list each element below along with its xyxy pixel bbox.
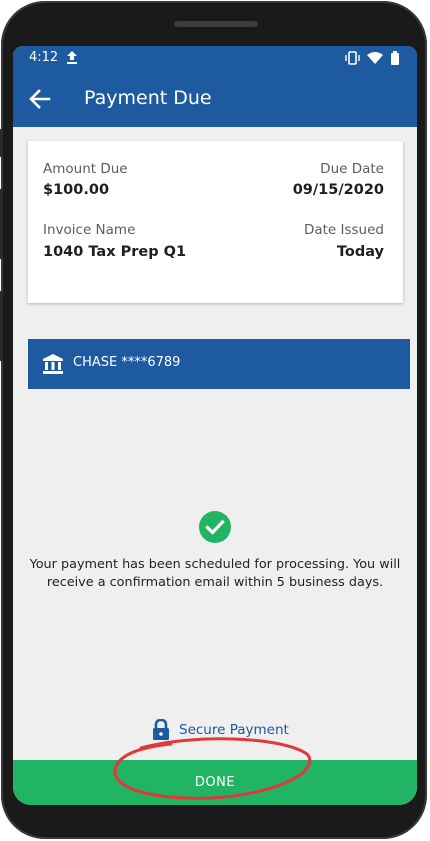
date-issued-label: Date Issued (303, 222, 384, 238)
vibrate-icon (345, 51, 360, 65)
phone-side-button-volume (0, 189, 3, 259)
annotation-circle (113, 737, 312, 800)
phone-side-button-power (0, 291, 3, 361)
date-issued-value: Today (336, 244, 384, 260)
battery-icon (391, 51, 399, 65)
wifi-icon (367, 52, 383, 64)
arrow-back-icon[interactable] (27, 86, 53, 112)
page-title: Payment Due (84, 87, 212, 109)
bank-account-label: CHASE ****6789 (73, 355, 181, 370)
status-icons (345, 51, 399, 65)
invoice-card: Amount Due $100.00 Due Date 09/15/2020 I… (28, 141, 403, 303)
app-bar: Payment Due (13, 71, 417, 127)
bank-account-row[interactable]: CHASE ****6789 (28, 339, 410, 389)
upload-icon (67, 51, 77, 64)
bank-icon (43, 354, 63, 374)
phone-side-button-top (0, 129, 3, 157)
invoice-name-label: Invoice Name (43, 222, 136, 238)
screen: 4:12 Payment Due Amount Due $100.00 Due … (13, 46, 417, 805)
confirmation-message: Your payment has been scheduled for proc… (29, 557, 401, 590)
phone-frame: 4:12 Payment Due Amount Due $100.00 Due … (0, 1, 427, 839)
amount-due-value: $100.00 (43, 182, 110, 198)
amount-due-label: Amount Due (43, 161, 128, 177)
invoice-name-value: 1040 Tax Prep Q1 (43, 244, 187, 260)
phone-speaker (174, 21, 258, 27)
status-bar: 4:12 (13, 46, 417, 71)
due-date-label: Due Date (320, 161, 384, 177)
status-time: 4:12 (29, 50, 59, 65)
due-date-value: 09/15/2020 (292, 182, 384, 198)
check-circle-icon (199, 511, 231, 543)
